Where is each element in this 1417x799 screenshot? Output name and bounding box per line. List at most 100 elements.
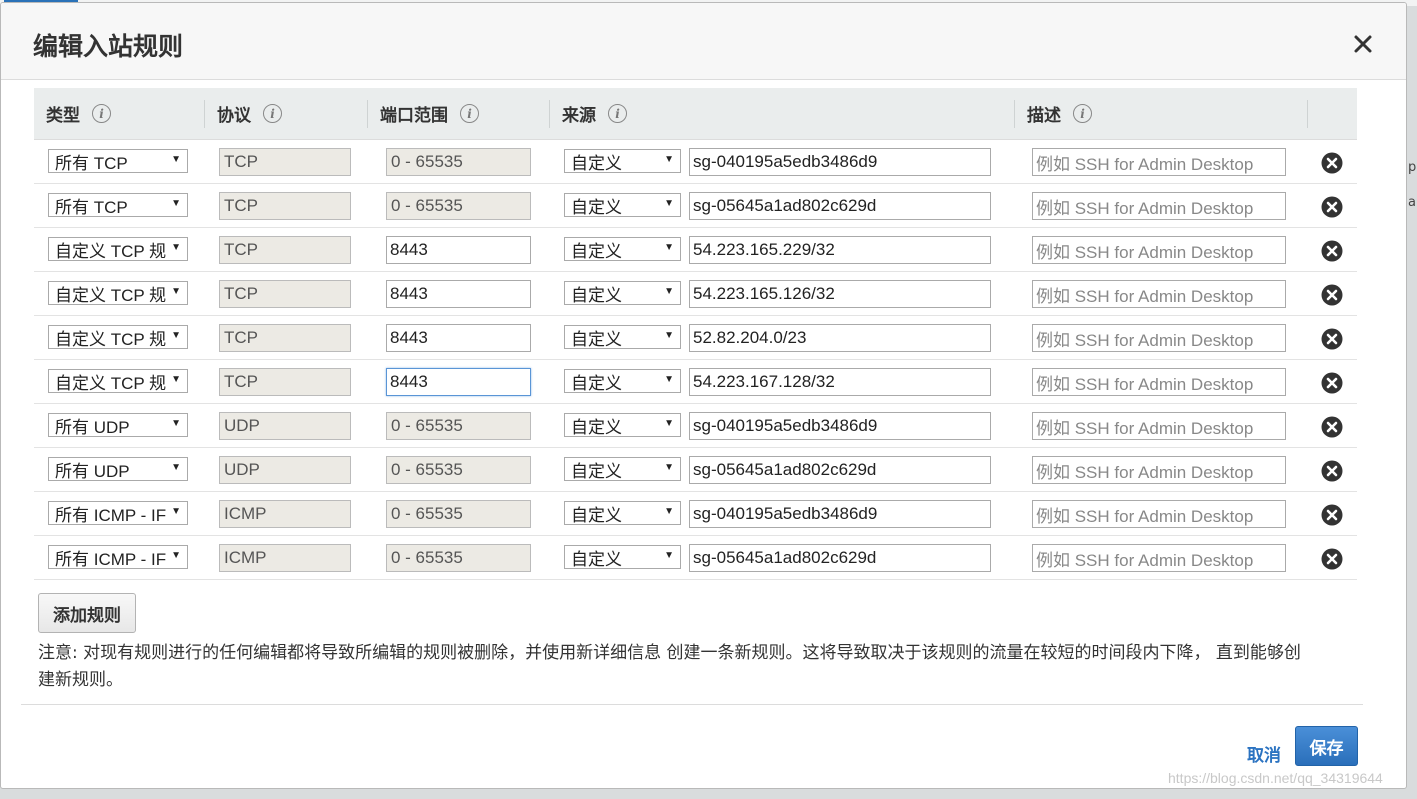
source-input[interactable]: 54.223.165.126/32 — [689, 280, 991, 308]
cancel-button[interactable]: 取消 — [1247, 741, 1281, 766]
table-row: 自定义 TCP 规 ▼ TCP 8443 自定义 ▼ 54.223.165.229/32 例如… — [34, 228, 1357, 272]
close-icon[interactable] — [1352, 33, 1374, 55]
remove-rule-icon[interactable] — [1321, 548, 1343, 570]
description-input[interactable]: 例如 SSH for Admin Desktop — [1032, 192, 1286, 220]
remove-rule-icon[interactable] — [1321, 284, 1343, 306]
port-range-readonly: 0 - 65535 — [386, 544, 531, 572]
protocol-field: UDP — [219, 412, 351, 440]
source-type-select[interactable]: 自定义 ▼ — [564, 325, 681, 349]
save-button[interactable]: 保存 — [1295, 726, 1358, 766]
rules-table: 类型 i 协议 i 端口范围 i 来源 i 描述 i 所有 TCP ▼ TCP 0 - 6553… — [34, 88, 1357, 580]
protocol-field: ICMP — [219, 500, 351, 528]
edit-warning-note: 注意: 对现有规则进行的任何编辑都将导致所编辑的规则被删除，并使用新详细信息 创… — [38, 643, 1301, 690]
source-type-select[interactable]: 自定义 ▼ — [564, 281, 681, 305]
source-type-select[interactable]: 自定义 ▼ — [564, 413, 681, 437]
info-icon[interactable]: i — [92, 104, 111, 123]
table-row: 所有 ICMP - IF ▼ ICMP 0 - 65535 自定义 ▼ sg-040195a… — [34, 492, 1357, 536]
protocol-field: TCP — [219, 236, 351, 264]
source-input[interactable]: 54.223.167.128/32 — [689, 368, 991, 396]
description-input[interactable]: 例如 SSH for Admin Desktop — [1032, 236, 1286, 264]
table-row: 所有 UDP ▼ UDP 0 - 65535 自定义 ▼ sg-040195a5edb348… — [34, 404, 1357, 448]
table-row: 自定义 TCP 规 ▼ TCP 8443 自定义 ▼ 54.223.165.126/32 例如… — [34, 272, 1357, 316]
protocol-field: ICMP — [219, 544, 351, 572]
add-rule-button[interactable]: 添加规则 — [38, 593, 136, 633]
dropdown-arrow-icon: ▼ — [664, 462, 674, 473]
column-header-description: 描述 i — [1015, 88, 1305, 139]
dropdown-arrow-icon: ▼ — [664, 154, 674, 165]
source-input[interactable]: sg-040195a5edb3486d9 — [689, 412, 991, 440]
dropdown-arrow-icon: ▼ — [171, 506, 181, 517]
background-text: p — [1408, 160, 1417, 175]
remove-rule-icon[interactable] — [1321, 504, 1343, 526]
remove-rule-icon[interactable] — [1321, 196, 1343, 218]
description-input[interactable]: 例如 SSH for Admin Desktop — [1032, 324, 1286, 352]
protocol-field: TCP — [219, 192, 351, 220]
port-range-input[interactable]: 8443 — [386, 324, 531, 352]
dropdown-arrow-icon: ▼ — [664, 418, 674, 429]
source-type-select[interactable]: 自定义 ▼ — [564, 501, 681, 525]
dropdown-arrow-icon: ▼ — [664, 286, 674, 297]
description-input[interactable]: 例如 SSH for Admin Desktop — [1032, 500, 1286, 528]
source-input[interactable]: sg-05645a1ad802c629d — [689, 544, 991, 572]
port-range-readonly: 0 - 65535 — [386, 148, 531, 176]
column-header-type: 类型 i — [34, 88, 204, 139]
info-icon[interactable]: i — [1073, 104, 1092, 123]
protocol-field: TCP — [219, 324, 351, 352]
description-input[interactable]: 例如 SSH for Admin Desktop — [1032, 544, 1286, 572]
source-input[interactable]: sg-040195a5edb3486d9 — [689, 148, 991, 176]
description-input[interactable]: 例如 SSH for Admin Desktop — [1032, 148, 1286, 176]
type-select[interactable]: 自定义 TCP 规 ▼ — [48, 325, 188, 349]
type-select[interactable]: 自定义 TCP 规 ▼ — [48, 369, 188, 393]
dialog-header: 编辑入站规则 — [1, 3, 1406, 80]
description-input[interactable]: 例如 SSH for Admin Desktop — [1032, 456, 1286, 484]
description-input[interactable]: 例如 SSH for Admin Desktop — [1032, 412, 1286, 440]
type-select[interactable]: 自定义 TCP 规 ▼ — [48, 237, 188, 261]
dropdown-arrow-icon: ▼ — [171, 550, 181, 561]
source-input[interactable]: sg-040195a5edb3486d9 — [689, 500, 991, 528]
remove-rule-icon[interactable] — [1321, 416, 1343, 438]
type-select[interactable]: 所有 TCP ▼ — [48, 193, 188, 217]
dropdown-arrow-icon: ▼ — [171, 198, 181, 209]
info-icon[interactable]: i — [263, 104, 282, 123]
description-input[interactable]: 例如 SSH for Admin Desktop — [1032, 280, 1286, 308]
table-row: 所有 TCP ▼ TCP 0 - 65535 自定义 ▼ sg-040195a5edb348… — [34, 140, 1357, 184]
source-input[interactable]: 54.223.165.229/32 — [689, 236, 991, 264]
info-icon[interactable]: i — [608, 104, 627, 123]
table-row: 自定义 TCP 规 ▼ TCP 8443 自定义 ▼ 54.223.167.128/32 例如… — [34, 360, 1357, 404]
table-row: 所有 UDP ▼ UDP 0 - 65535 自定义 ▼ sg-05645a1ad802c6… — [34, 448, 1357, 492]
dropdown-arrow-icon: ▼ — [171, 462, 181, 473]
remove-rule-icon[interactable] — [1321, 152, 1343, 174]
source-input[interactable]: sg-05645a1ad802c629d — [689, 456, 991, 484]
source-type-select[interactable]: 自定义 ▼ — [564, 193, 681, 217]
type-select[interactable]: 所有 ICMP - IF ▼ — [48, 501, 188, 525]
type-select[interactable]: 自定义 TCP 规 ▼ — [48, 281, 188, 305]
watermark: https://blog.csdn.net/qq_34319644 — [1168, 770, 1383, 786]
protocol-field: TCP — [219, 280, 351, 308]
dropdown-arrow-icon: ▼ — [664, 506, 674, 517]
source-type-select[interactable]: 自定义 ▼ — [564, 369, 681, 393]
remove-rule-icon[interactable] — [1321, 372, 1343, 394]
source-input[interactable]: sg-05645a1ad802c629d — [689, 192, 991, 220]
type-select[interactable]: 所有 TCP ▼ — [48, 149, 188, 173]
type-select[interactable]: 所有 UDP ▼ — [48, 413, 188, 437]
type-select[interactable]: 所有 UDP ▼ — [48, 457, 188, 481]
remove-rule-icon[interactable] — [1321, 240, 1343, 262]
dropdown-arrow-icon: ▼ — [664, 198, 674, 209]
port-range-input[interactable]: 8443 — [386, 236, 531, 264]
edit-inbound-rules-dialog: 编辑入站规则 类型 i 协议 i 端口范围 i 来源 i 描述 i 所有 TCP… — [0, 2, 1407, 789]
source-input[interactable]: 52.82.204.0/23 — [689, 324, 991, 352]
type-select[interactable]: 所有 ICMP - IF ▼ — [48, 545, 188, 569]
port-range-input[interactable]: 8443 — [386, 280, 531, 308]
port-range-input[interactable]: 8443 — [386, 368, 531, 396]
dropdown-arrow-icon: ▼ — [171, 154, 181, 165]
remove-rule-icon[interactable] — [1321, 328, 1343, 350]
source-type-select[interactable]: 自定义 ▼ — [564, 149, 681, 173]
remove-rule-icon[interactable] — [1321, 460, 1343, 482]
source-type-select[interactable]: 自定义 ▼ — [564, 237, 681, 261]
info-icon[interactable]: i — [460, 104, 479, 123]
source-type-select[interactable]: 自定义 ▼ — [564, 545, 681, 569]
background-text: a — [1408, 195, 1416, 210]
description-input[interactable]: 例如 SSH for Admin Desktop — [1032, 368, 1286, 396]
table-header: 类型 i 协议 i 端口范围 i 来源 i 描述 i — [34, 88, 1357, 140]
source-type-select[interactable]: 自定义 ▼ — [564, 457, 681, 481]
